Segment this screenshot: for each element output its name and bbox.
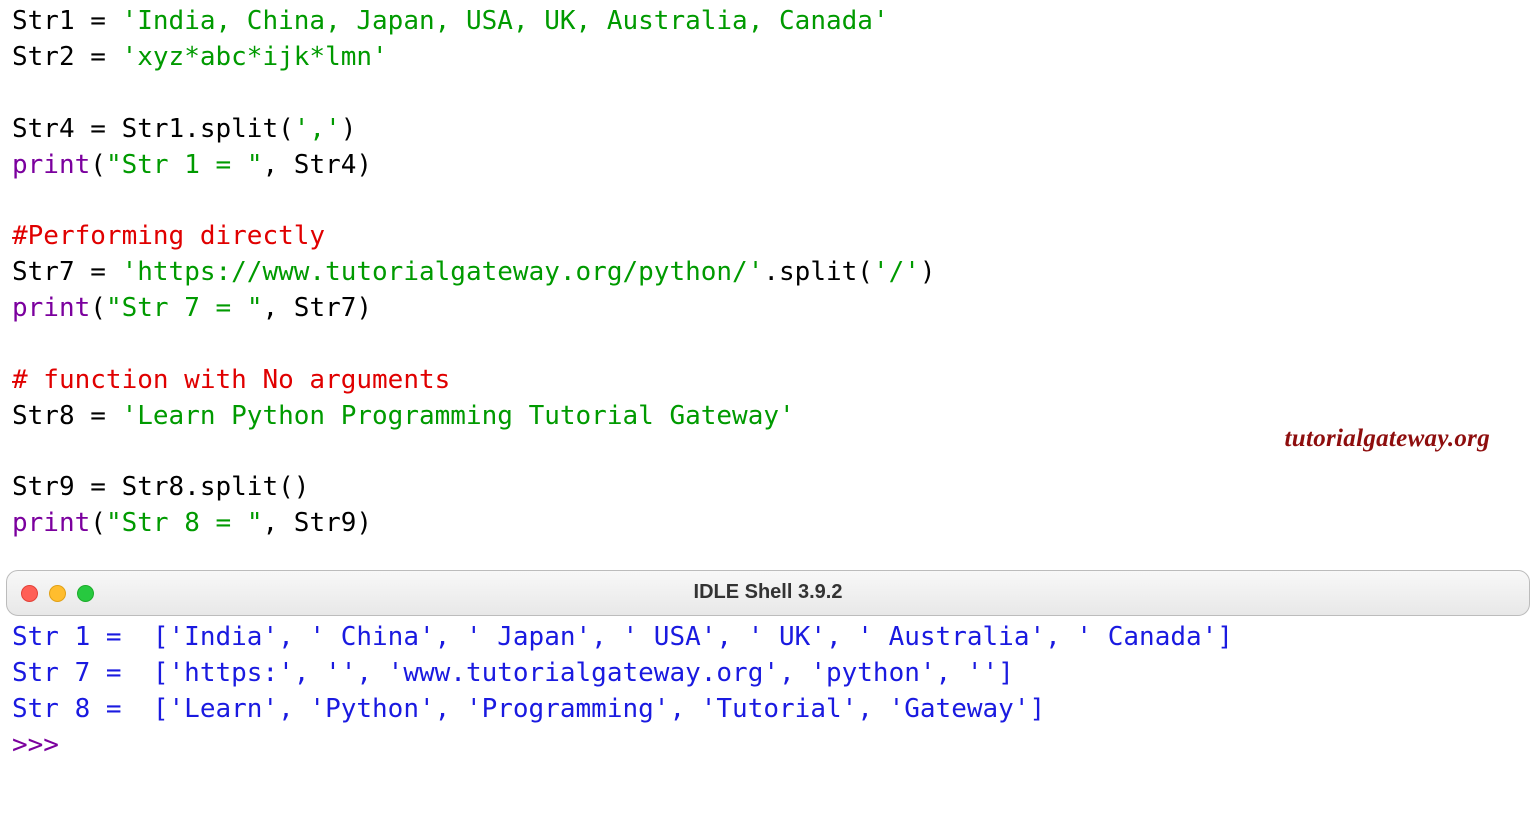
- code-line-2: Str2 = 'xyz*abc*ijk*lmn': [12, 42, 388, 72]
- code-line-12: Str8 = 'Learn Python Programming Tutoria…: [12, 401, 795, 431]
- shell-line-2: Str 7 = ['https:', '', 'www.tutorialgate…: [12, 658, 1014, 688]
- window-controls: [21, 585, 94, 602]
- code-line-11: # function with No arguments: [12, 365, 450, 395]
- shell-title: IDLE Shell 3.9.2: [7, 579, 1529, 607]
- code-line-7: #Performing directly: [12, 221, 325, 251]
- shell-line-1: Str 1 = ['India', ' China', ' Japan', ' …: [12, 622, 1233, 652]
- code-line-4: Str4 = Str1.split(','): [12, 114, 356, 144]
- code-line-9: print("Str 7 = ", Str7): [12, 293, 372, 323]
- watermark-text: tutorialgateway.org: [1285, 422, 1490, 457]
- close-icon[interactable]: [21, 585, 38, 602]
- code-line-5: print("Str 1 = ", Str4): [12, 150, 372, 180]
- zoom-icon[interactable]: [77, 585, 94, 602]
- shell-prompt: >>>: [12, 730, 75, 760]
- shell-output[interactable]: Str 1 = ['India', ' China', ' Japan', ' …: [12, 620, 1233, 764]
- code-line-15: print("Str 8 = ", Str9): [12, 508, 372, 538]
- shell-titlebar: IDLE Shell 3.9.2: [6, 570, 1530, 616]
- code-line-14: Str9 = Str8.split(): [12, 472, 309, 502]
- code-editor[interactable]: Str1 = 'India, China, Japan, USA, UK, Au…: [0, 0, 1536, 542]
- minimize-icon[interactable]: [49, 585, 66, 602]
- code-line-1: Str1 = 'India, China, Japan, USA, UK, Au…: [12, 6, 889, 36]
- code-line-8: Str7 = 'https://www.tutorialgateway.org/…: [12, 257, 936, 287]
- shell-line-3: Str 8 = ['Learn', 'Python', 'Programming…: [12, 694, 1045, 724]
